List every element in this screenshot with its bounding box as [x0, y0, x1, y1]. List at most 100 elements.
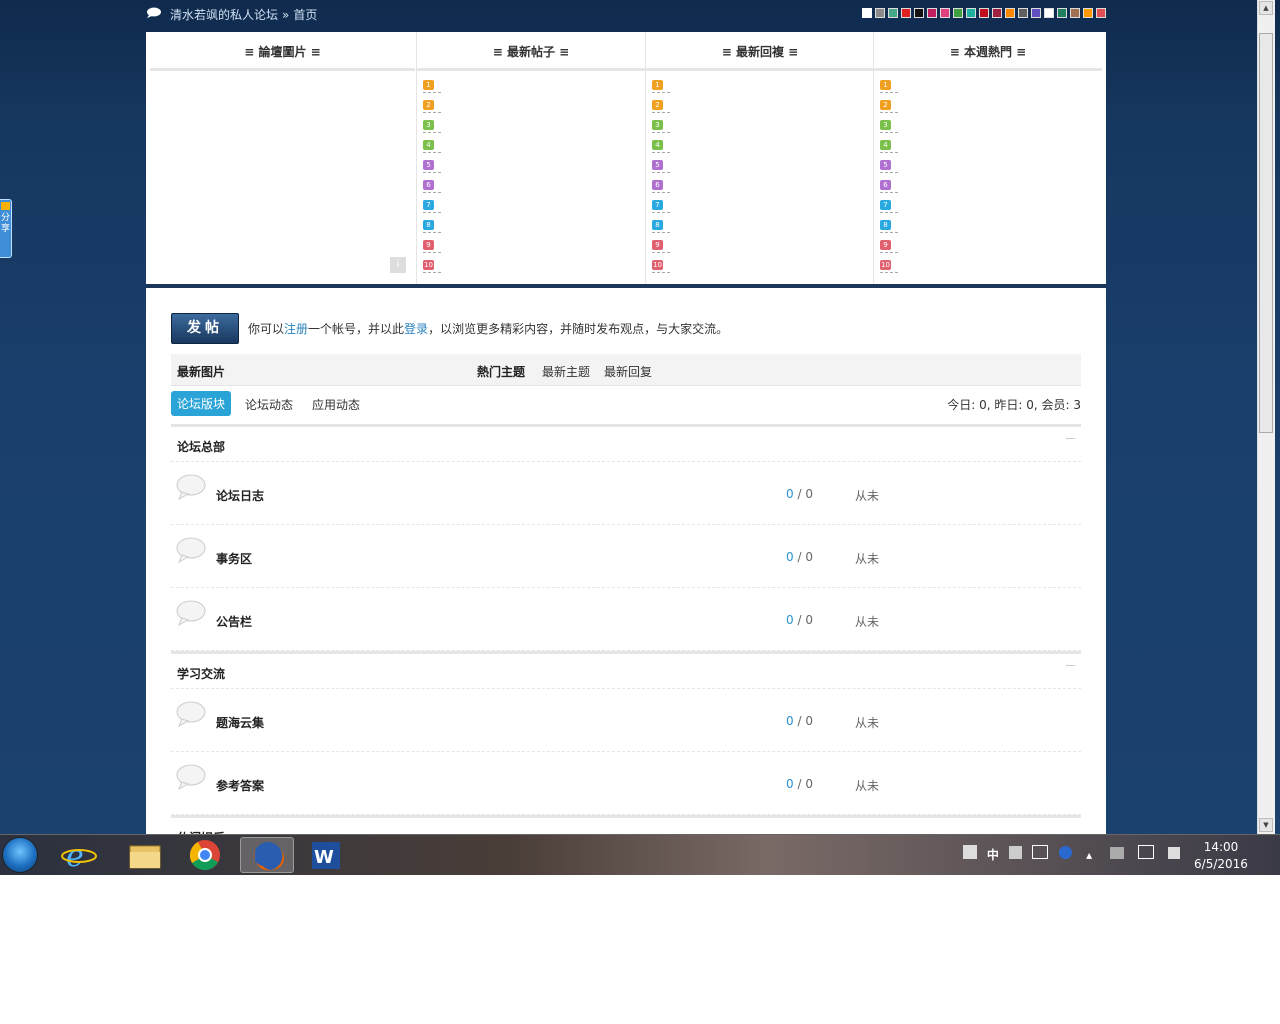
ranked-item[interactable]: 7	[652, 197, 874, 217]
tab-new-topics[interactable]: 最新主题	[542, 363, 590, 380]
ranked-item[interactable]: 8	[423, 217, 645, 237]
forum-category: 学习交流 题海云集 0 / 0 从未 参考答案 0 / 0 从未	[171, 651, 1081, 815]
tab-hot-topics[interactable]: 熱门主题	[477, 363, 525, 380]
category-title[interactable]: 学习交流	[177, 665, 225, 682]
word-taskbar-button[interactable]: W	[300, 837, 354, 873]
chrome-taskbar-button[interactable]	[178, 837, 232, 873]
style-swatch[interactable]	[1057, 8, 1067, 18]
rank-badge: 1	[652, 80, 663, 90]
ime-fullwidth-icon[interactable]	[1008, 846, 1022, 859]
share-tab[interactable]: 分享	[0, 199, 12, 258]
scroll-down-arrow-icon[interactable]: ▼	[1259, 818, 1273, 832]
forum-name-link[interactable]: 公告栏	[216, 613, 252, 630]
ranked-item[interactable]: 6	[652, 177, 874, 197]
ranked-item[interactable]: 7	[423, 197, 645, 217]
collapse-icon[interactable]	[1066, 665, 1075, 666]
register-link[interactable]: 注册	[284, 322, 308, 336]
tray-expand-icon[interactable]: ▴	[1086, 848, 1092, 862]
style-swatch[interactable]	[875, 8, 885, 18]
style-swatch[interactable]	[979, 8, 989, 18]
rank-divider	[880, 252, 898, 253]
ranked-item[interactable]: 3	[652, 117, 874, 137]
collapse-icon[interactable]	[1066, 438, 1075, 439]
forum-name-link[interactable]: 题海云集	[216, 714, 264, 731]
login-link[interactable]: 登录	[404, 322, 428, 336]
ranked-item[interactable]: 9	[652, 237, 874, 257]
breadcrumb-current[interactable]: 首页	[293, 8, 317, 22]
ranked-item[interactable]: 2	[652, 97, 874, 117]
scroll-up-arrow-icon[interactable]: ▲	[1259, 1, 1273, 15]
help-icon[interactable]	[1059, 846, 1073, 859]
start-orb-icon[interactable]	[2, 837, 38, 873]
ranked-item[interactable]: 1	[652, 77, 874, 97]
style-swatch[interactable]	[1044, 8, 1054, 18]
ranked-item[interactable]: 5	[652, 157, 874, 177]
tab-new-replies[interactable]: 最新回复	[604, 363, 652, 380]
firefox-taskbar-button[interactable]	[240, 837, 294, 873]
ranked-item[interactable]: 3	[423, 117, 645, 137]
style-swatch[interactable]	[1083, 8, 1093, 18]
ranked-item[interactable]: 8	[880, 217, 1102, 237]
style-swatch[interactable]	[862, 8, 872, 18]
forum-counts: 0 / 0	[786, 714, 813, 728]
ranked-item[interactable]: 5	[880, 157, 1102, 177]
ranked-item[interactable]: 4	[423, 137, 645, 157]
ranked-item[interactable]: 2	[423, 97, 645, 117]
tab-app-dynamics[interactable]: 应用动态	[312, 396, 360, 413]
system-clock[interactable]: 14:00 6/5/2016	[1186, 839, 1256, 873]
ime-chinese-indicator[interactable]: 中	[987, 848, 999, 862]
ranked-item[interactable]: 6	[423, 177, 645, 197]
ranked-item[interactable]: 3	[880, 117, 1102, 137]
ranked-item[interactable]: 9	[880, 237, 1102, 257]
vertical-scrollbar[interactable]: ▲ ▼	[1257, 0, 1275, 834]
ranked-item[interactable]: 4	[880, 137, 1102, 157]
picture-nav-button[interactable]: i	[390, 257, 406, 273]
style-swatch[interactable]	[888, 8, 898, 18]
ranked-item[interactable]: 8	[652, 217, 874, 237]
tab-forum-dynamics[interactable]: 论坛动态	[245, 396, 293, 413]
style-swatch[interactable]	[1018, 8, 1028, 18]
rank-badge: 3	[880, 120, 891, 130]
style-swatch[interactable]	[914, 8, 924, 18]
rank-divider	[423, 192, 441, 193]
ranked-item[interactable]: 4	[652, 137, 874, 157]
rank-divider	[880, 172, 898, 173]
ranked-item[interactable]: 2	[880, 97, 1102, 117]
style-swatch[interactable]	[1031, 8, 1041, 18]
style-swatch[interactable]	[901, 8, 911, 18]
scroll-thumb[interactable]	[1259, 33, 1273, 433]
tab-forum-boards[interactable]: 论坛版块	[171, 391, 232, 416]
forum-name-link[interactable]: 事务区	[216, 550, 252, 567]
ranked-item[interactable]: 1	[423, 77, 645, 97]
style-swatch[interactable]	[1005, 8, 1015, 18]
ranked-item[interactable]: 10	[423, 257, 645, 277]
internet-explorer-taskbar-button[interactable]: e	[52, 837, 106, 874]
style-swatch[interactable]	[966, 8, 976, 18]
ranked-item[interactable]: 1	[880, 77, 1102, 97]
ranked-item[interactable]: 9	[423, 237, 645, 257]
volume-muted-icon[interactable]	[1167, 847, 1180, 859]
ranked-item[interactable]: 7	[880, 197, 1102, 217]
ranked-item[interactable]: 10	[880, 257, 1102, 277]
style-swatch[interactable]	[1070, 8, 1080, 18]
new-post-button[interactable]: 发帖	[171, 313, 239, 344]
network-icon[interactable]	[1137, 845, 1154, 859]
ime-keyboard-icon[interactable]	[1031, 845, 1048, 859]
file-explorer-taskbar-button[interactable]	[118, 837, 172, 873]
ranked-item[interactable]: 5	[423, 157, 645, 177]
ranked-item[interactable]: 10	[652, 257, 874, 277]
style-swatch[interactable]	[1096, 8, 1106, 18]
breadcrumb-site-link[interactable]: 清水若飒的私人论坛	[170, 8, 278, 22]
style-swatch[interactable]	[940, 8, 950, 18]
style-swatch[interactable]	[953, 8, 963, 18]
ranked-item[interactable]: 6	[880, 177, 1102, 197]
post-count: 0	[805, 550, 813, 564]
category-title[interactable]: 论坛总部	[177, 438, 225, 455]
style-swatch[interactable]	[992, 8, 1002, 18]
rank-badge: 7	[423, 200, 434, 210]
action-center-flag-icon[interactable]	[1110, 847, 1125, 859]
ime-icon[interactable]	[963, 845, 977, 859]
forum-name-link[interactable]: 论坛日志	[216, 487, 264, 504]
forum-name-link[interactable]: 参考答案	[216, 777, 264, 794]
style-swatch[interactable]	[927, 8, 937, 18]
